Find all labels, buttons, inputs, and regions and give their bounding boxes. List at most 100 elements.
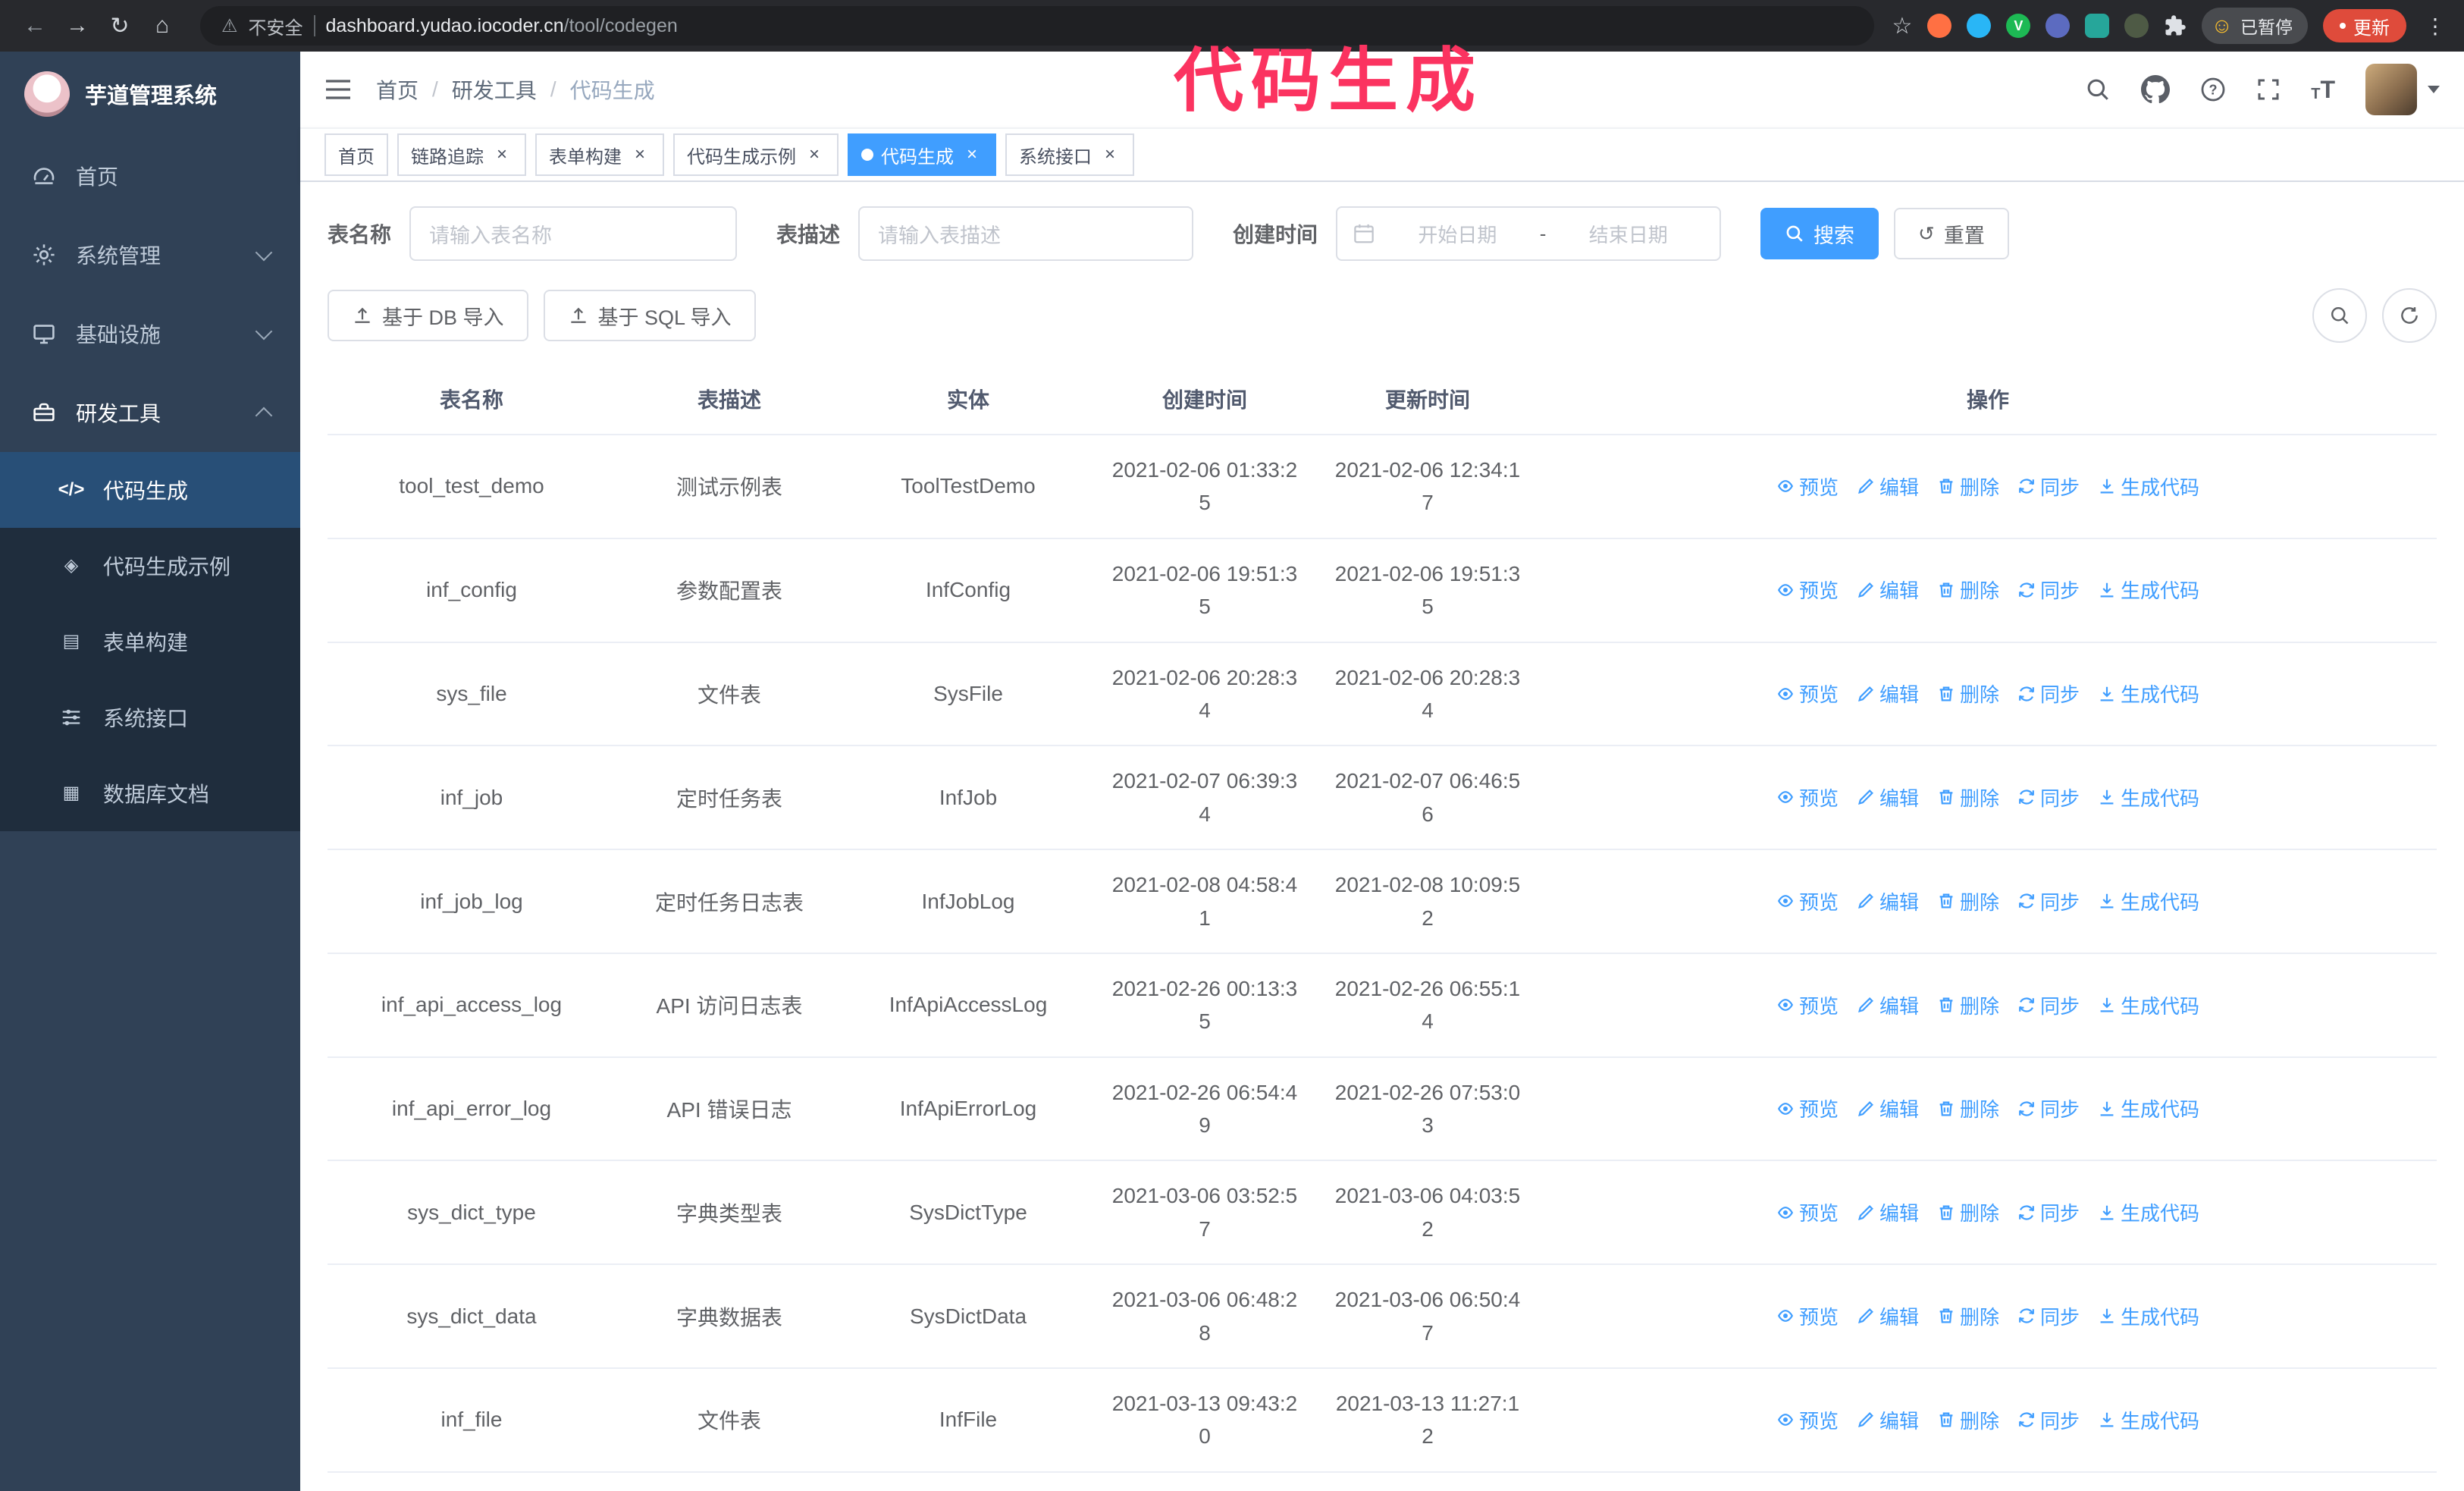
- op-edit-link[interactable]: 编辑: [1857, 991, 1919, 1019]
- op-sync-link[interactable]: 同步: [2017, 783, 2080, 811]
- extension-icon[interactable]: [2085, 14, 2110, 38]
- op-sync-link[interactable]: 同步: [2017, 472, 2080, 501]
- op-preview-link[interactable]: 预览: [1776, 472, 1839, 501]
- op-sync-link[interactable]: 同步: [2017, 1198, 2080, 1226]
- sidebar-item-codegen[interactable]: </> 代码生成: [0, 452, 300, 528]
- table-desc-input[interactable]: 请输入表描述: [858, 206, 1194, 261]
- op-preview-link[interactable]: 预览: [1776, 1198, 1839, 1226]
- op-generate-link[interactable]: 生成代码: [2098, 576, 2199, 604]
- close-icon[interactable]: ×: [1099, 144, 1121, 165]
- op-preview-link[interactable]: 预览: [1776, 680, 1839, 708]
- extension-icon[interactable]: V: [2006, 14, 2031, 38]
- refresh-table-button[interactable]: [2382, 288, 2437, 343]
- op-preview-link[interactable]: 预览: [1776, 1302, 1839, 1330]
- op-preview-link[interactable]: 预览: [1776, 991, 1839, 1019]
- toggle-search-button[interactable]: [2312, 288, 2367, 343]
- reset-button[interactable]: ↺ 重置: [1894, 208, 2009, 259]
- browser-profile-chip[interactable]: ☺ 已暂停: [2202, 8, 2308, 44]
- op-edit-link[interactable]: 编辑: [1857, 1094, 1919, 1122]
- op-delete-link[interactable]: 删除: [1937, 1094, 1999, 1122]
- op-preview-link[interactable]: 预览: [1776, 1094, 1839, 1122]
- op-preview-link[interactable]: 预览: [1776, 783, 1839, 811]
- sidebar-item-infrastructure[interactable]: 基础设施: [0, 294, 300, 373]
- op-delete-link[interactable]: 删除: [1937, 1406, 1999, 1434]
- op-generate-link[interactable]: 生成代码: [2098, 783, 2199, 811]
- sidebar-item-home[interactable]: 首页: [0, 137, 300, 215]
- op-edit-link[interactable]: 编辑: [1857, 1406, 1919, 1434]
- tab-form-builder[interactable]: 表单构建 ×: [535, 133, 664, 176]
- bookmark-star-icon[interactable]: ☆: [1892, 13, 1913, 39]
- import-db-button[interactable]: 基于 DB 导入: [328, 290, 528, 341]
- user-avatar[interactable]: [2365, 64, 2440, 115]
- github-icon[interactable]: [2141, 75, 2171, 104]
- browser-reload-icon[interactable]: ↻: [100, 6, 140, 46]
- op-delete-link[interactable]: 删除: [1937, 1198, 1999, 1226]
- tab-codegen[interactable]: 代码生成 ×: [848, 133, 996, 176]
- op-generate-link[interactable]: 生成代码: [2098, 991, 2199, 1019]
- op-sync-link[interactable]: 同步: [2017, 1302, 2080, 1330]
- sidebar-item-codegen-example[interactable]: ◈ 代码生成示例: [0, 528, 300, 604]
- close-icon[interactable]: ×: [491, 144, 513, 165]
- op-generate-link[interactable]: 生成代码: [2098, 472, 2199, 501]
- op-preview-link[interactable]: 预览: [1776, 1406, 1839, 1434]
- browser-forward-icon[interactable]: →: [58, 6, 97, 46]
- browser-menu-icon[interactable]: ⋮: [2422, 14, 2449, 39]
- op-edit-link[interactable]: 编辑: [1857, 783, 1919, 811]
- sidebar-item-dev-tools[interactable]: 研发工具: [0, 373, 300, 452]
- op-delete-link[interactable]: 删除: [1937, 1302, 1999, 1330]
- tab-system-api[interactable]: 系统接口 ×: [1005, 133, 1134, 176]
- op-sync-link[interactable]: 同步: [2017, 1094, 2080, 1122]
- op-delete-link[interactable]: 删除: [1937, 887, 1999, 915]
- search-button[interactable]: 搜索: [1760, 208, 1879, 259]
- browser-update-button[interactable]: 更新: [2323, 9, 2406, 42]
- app-logo[interactable]: 芋道管理系统: [0, 52, 300, 137]
- op-delete-link[interactable]: 删除: [1937, 472, 1999, 501]
- op-generate-link[interactable]: 生成代码: [2098, 1094, 2199, 1122]
- font-size-icon[interactable]: TT: [2311, 77, 2335, 102]
- op-edit-link[interactable]: 编辑: [1857, 1302, 1919, 1330]
- table-name-input[interactable]: 请输入表名称: [409, 206, 738, 261]
- close-icon[interactable]: ×: [629, 144, 650, 165]
- op-edit-link[interactable]: 编辑: [1857, 576, 1919, 604]
- help-icon[interactable]: ?: [2200, 77, 2226, 102]
- extension-icon[interactable]: [1967, 14, 1992, 38]
- op-preview-link[interactable]: 预览: [1776, 887, 1839, 915]
- extensions-puzzle-icon[interactable]: [2164, 14, 2187, 37]
- extension-icon[interactable]: [2124, 14, 2149, 38]
- import-sql-button[interactable]: 基于 SQL 导入: [543, 290, 756, 341]
- tab-codegen-example[interactable]: 代码生成示例 ×: [673, 133, 839, 176]
- address-bar[interactable]: ⚠ 不安全 dashboard.yudao.iocoder.cn/tool/co…: [200, 6, 1874, 46]
- op-sync-link[interactable]: 同步: [2017, 991, 2080, 1019]
- op-sync-link[interactable]: 同步: [2017, 887, 2080, 915]
- sidebar-item-system-api[interactable]: 系统接口: [0, 680, 300, 755]
- op-sync-link[interactable]: 同步: [2017, 576, 2080, 604]
- sidebar-item-system-mgmt[interactable]: 系统管理: [0, 215, 300, 294]
- op-delete-link[interactable]: 删除: [1937, 991, 1999, 1019]
- op-edit-link[interactable]: 编辑: [1857, 680, 1919, 708]
- op-delete-link[interactable]: 删除: [1937, 783, 1999, 811]
- breadcrumb-devtools[interactable]: 研发工具: [452, 74, 537, 105]
- date-range-input[interactable]: 开始日期 - 结束日期: [1336, 206, 1722, 261]
- extension-icon[interactable]: [2045, 14, 2071, 38]
- op-edit-link[interactable]: 编辑: [1857, 887, 1919, 915]
- sidebar-item-db-doc[interactable]: ▦ 数据库文档: [0, 755, 300, 831]
- browser-back-icon[interactable]: ←: [15, 6, 55, 46]
- op-generate-link[interactable]: 生成代码: [2098, 1302, 2199, 1330]
- search-icon[interactable]: [2085, 77, 2111, 102]
- op-sync-link[interactable]: 同步: [2017, 1406, 2080, 1434]
- op-sync-link[interactable]: 同步: [2017, 680, 2080, 708]
- op-generate-link[interactable]: 生成代码: [2098, 1406, 2199, 1434]
- sidebar-item-form-builder[interactable]: ▤ 表单构建: [0, 604, 300, 680]
- op-delete-link[interactable]: 删除: [1937, 680, 1999, 708]
- op-delete-link[interactable]: 删除: [1937, 576, 1999, 604]
- hamburger-icon[interactable]: [324, 77, 352, 102]
- fullscreen-icon[interactable]: [2256, 77, 2281, 102]
- extension-icon[interactable]: [1927, 14, 1952, 38]
- op-edit-link[interactable]: 编辑: [1857, 1198, 1919, 1226]
- tab-tracing[interactable]: 链路追踪 ×: [397, 133, 526, 176]
- op-preview-link[interactable]: 预览: [1776, 576, 1839, 604]
- op-edit-link[interactable]: 编辑: [1857, 472, 1919, 501]
- close-icon[interactable]: ×: [804, 144, 825, 165]
- op-generate-link[interactable]: 生成代码: [2098, 1198, 2199, 1226]
- op-generate-link[interactable]: 生成代码: [2098, 887, 2199, 915]
